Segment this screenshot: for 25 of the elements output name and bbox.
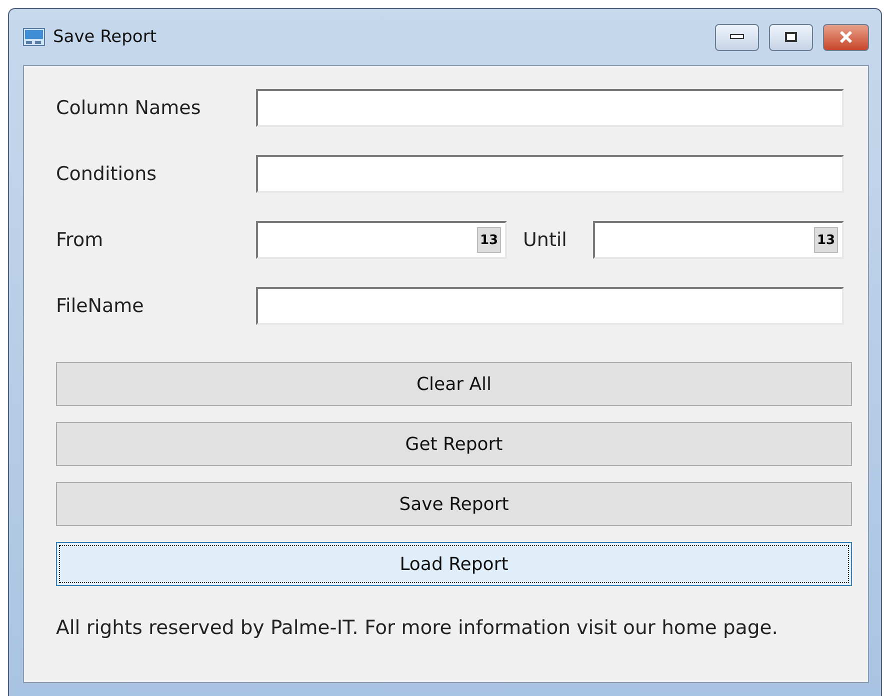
- window-icon: [23, 28, 45, 46]
- close-button[interactable]: [823, 24, 869, 50]
- field-label: Until: [522, 229, 568, 251]
- date-field[interactable]: 13: [256, 221, 507, 259]
- input-field[interactable]: [256, 89, 844, 127]
- close-icon: [839, 31, 853, 43]
- action-button[interactable]: Get Report: [56, 422, 852, 466]
- input-field[interactable]: [256, 155, 844, 193]
- field-label: FileName: [56, 295, 145, 317]
- calendar-button[interactable]: 13: [814, 227, 838, 253]
- calendar-button[interactable]: 13: [477, 227, 501, 253]
- date-field[interactable]: 13: [593, 221, 844, 259]
- minimize-button[interactable]: [715, 24, 759, 50]
- action-button[interactable]: Load Report: [56, 542, 852, 586]
- window-title: Save Report: [53, 27, 158, 47]
- action-button[interactable]: Clear All: [56, 362, 852, 406]
- copyright-text: All rights reserved by Palme-IT. For more information visit our home page.: [56, 616, 779, 639]
- field-label: Column Names: [56, 97, 202, 119]
- input-field[interactable]: [256, 287, 844, 325]
- minimize-icon: [730, 34, 744, 40]
- maximize-button[interactable]: [769, 24, 813, 50]
- field-label: From: [56, 229, 104, 251]
- field-label: Conditions: [56, 163, 158, 185]
- action-button[interactable]: Save Report: [56, 482, 852, 526]
- maximize-icon: [785, 32, 797, 42]
